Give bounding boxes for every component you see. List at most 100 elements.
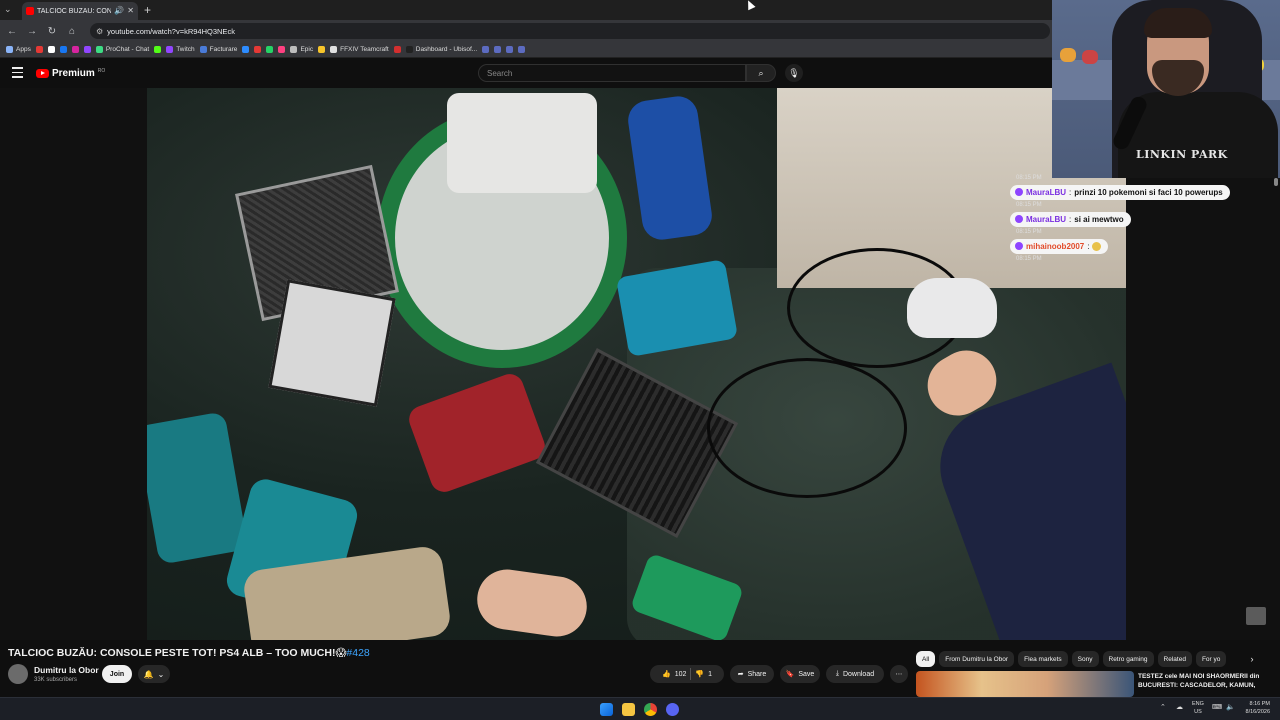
scrollbar-thumb[interactable]: [1274, 178, 1278, 186]
logo-region: RO: [97, 67, 106, 74]
streamer-hair: [1144, 8, 1212, 38]
site-info-icon[interactable]: ⚙: [96, 27, 103, 36]
bookmark-favicon-icon: [35, 46, 43, 53]
bookmark-item[interactable]: Apps: [6, 46, 31, 53]
tab-close-icon[interactable]: ✕: [127, 7, 134, 15]
bookmark-item[interactable]: [506, 46, 514, 53]
bookmark-item[interactable]: [47, 46, 55, 53]
thumbs-down-icon[interactable]: 👎: [695, 670, 704, 678]
filter-chip[interactable]: Related: [1157, 651, 1192, 667]
bookmark-icon: 🔖: [785, 671, 795, 678]
white-case: [268, 279, 396, 407]
language-indicator[interactable]: ENG US: [1192, 700, 1204, 716]
bookmark-item[interactable]: Twitch: [166, 46, 195, 53]
chat-message: mihainoob2007 :: [1010, 238, 1109, 254]
back-arrow-icon[interactable]: ←: [6, 26, 18, 37]
bookmark-item[interactable]: ProChat - Chat: [95, 46, 149, 53]
share-button[interactable]: ➦ Share: [730, 665, 774, 683]
filter-chip[interactable]: Sony: [1071, 651, 1099, 667]
recommended-thumbnail[interactable]: [916, 671, 1134, 697]
laugh-emote-icon: [1092, 241, 1102, 251]
bookmark-item[interactable]: [35, 46, 43, 53]
bookmark-item[interactable]: Facturare: [199, 46, 237, 53]
bookmark-item[interactable]: [242, 46, 250, 53]
chat-timestamp: 08:15 PM: [1016, 202, 1042, 208]
file-explorer-icon[interactable]: [622, 703, 635, 716]
bookmark-item[interactable]: Epic: [290, 46, 313, 53]
notifications-button[interactable]: 🔔 ⌄: [138, 665, 170, 683]
bookmark-item[interactable]: [83, 46, 91, 53]
bookmark-item[interactable]: [266, 46, 274, 53]
chrome-icon[interactable]: [644, 703, 657, 716]
filter-chip[interactable]: All: [916, 651, 936, 667]
reload-icon[interactable]: ↻: [46, 26, 58, 37]
home-icon[interactable]: ⌂: [66, 26, 78, 37]
omnibox[interactable]: ⚙ youtube.com/watch?v=kR94HQ3NEck: [90, 23, 1050, 39]
filter-chip[interactable]: From Dumitru la Obor: [939, 651, 1015, 667]
download-icon: ⤓: [835, 670, 839, 677]
more-actions-button[interactable]: ⋯: [890, 665, 908, 683]
bookmark-favicon-icon: [83, 46, 91, 53]
recommended-title[interactable]: TESTEZ cele MAI NOI SHAORMERII din BUCUR…: [1138, 673, 1270, 690]
twitch-badge-icon: [1015, 215, 1023, 223]
video-player[interactable]: [147, 88, 1126, 640]
filter-chip[interactable]: Retro gaming: [1102, 651, 1154, 667]
chevron-right-icon[interactable]: ›: [1244, 651, 1260, 667]
bookmark-item[interactable]: [318, 46, 326, 53]
url-text[interactable]: youtube.com/watch?v=kR94HQ3NEck: [107, 27, 235, 36]
join-button[interactable]: Join: [102, 665, 132, 683]
filter-chip[interactable]: Flea markets: [1018, 651, 1068, 667]
chat-timestamp: 08:15 PM: [1016, 175, 1042, 181]
active-tab[interactable]: TALCIOC BUZĂU: CONSOLE 🔊 ✕: [22, 2, 138, 20]
vacuum-cleaner: [447, 93, 597, 193]
youtube-logo[interactable]: Premium RO: [36, 68, 105, 79]
bookmark-item[interactable]: [71, 46, 79, 53]
bookmark-item[interactable]: [393, 46, 401, 53]
bookmark-item[interactable]: [154, 46, 162, 53]
forward-arrow-icon[interactable]: →: [26, 26, 38, 37]
bookmark-item[interactable]: Dashboard - Ubisof...: [405, 46, 477, 53]
speaker-icon[interactable]: 🔊: [114, 7, 124, 15]
save-button[interactable]: 🔖 Save: [780, 665, 820, 683]
discord-icon[interactable]: [666, 703, 679, 716]
bookmark-favicon-icon: [393, 46, 401, 53]
page-scrollbar[interactable]: [1274, 178, 1278, 688]
thumbs-up-icon[interactable]: 👍: [662, 670, 671, 678]
volume-icon[interactable]: 🔈: [1226, 703, 1235, 711]
filter-chip[interactable]: For yo: [1195, 651, 1227, 667]
like-count[interactable]: 102: [675, 671, 687, 678]
bookmark-item[interactable]: [518, 46, 526, 53]
windows-start-icon[interactable]: [600, 703, 613, 716]
cloud-icon[interactable]: ☁: [1176, 703, 1183, 711]
search-box[interactable]: [478, 64, 746, 82]
bookmark-item[interactable]: [278, 46, 286, 53]
bookmark-favicon-icon: [290, 46, 298, 53]
tab-search-icon[interactable]: ⌄: [4, 4, 12, 15]
voice-search-button[interactable]: 🎙: [785, 64, 803, 82]
channel-name[interactable]: Dumitru la Obor: [34, 665, 99, 675]
channel-avatar[interactable]: [8, 664, 28, 684]
clock[interactable]: 8:16 PM 8/16/2026: [1242, 700, 1270, 716]
bookmark-item[interactable]: FFXIV Teamcraft: [330, 46, 389, 53]
bookmark-item[interactable]: [59, 46, 67, 53]
search-button[interactable]: ⌕: [746, 64, 776, 82]
bookmark-item[interactable]: [254, 46, 262, 53]
bookmark-favicon-icon: [405, 46, 413, 53]
dislike-count[interactable]: 1: [708, 671, 712, 678]
search-input[interactable]: [487, 68, 745, 78]
download-button[interactable]: ⤓ Download: [826, 665, 884, 683]
bookmark-favicon-icon: [242, 46, 250, 53]
menu-icon[interactable]: [12, 67, 23, 81]
tray-overflow-icon[interactable]: ⌃: [1160, 703, 1166, 711]
new-tab-button[interactable]: +: [144, 4, 151, 16]
more-icon: ⋯: [895, 671, 903, 678]
video-hashtag[interactable]: #428: [346, 647, 369, 659]
channel-watermark[interactable]: [1246, 607, 1266, 625]
language-region: US: [1194, 709, 1202, 715]
twitch-badge-icon: [1015, 188, 1023, 196]
bookmark-item[interactable]: [494, 46, 502, 53]
chat-message: MauraLBU : prinzi 10 pokemoni si faci 10 …: [1010, 184, 1230, 200]
logo-text: Premium: [52, 68, 95, 79]
network-icon[interactable]: ⌨: [1212, 703, 1222, 711]
bookmark-item[interactable]: [482, 46, 490, 53]
